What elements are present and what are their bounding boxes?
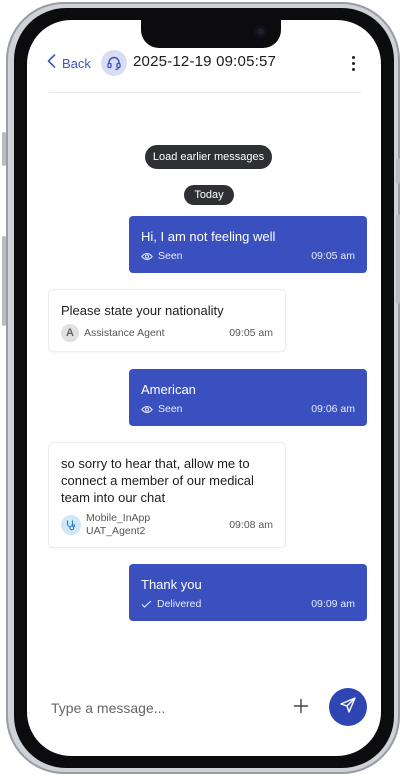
message-time: 09:05 am [311, 250, 355, 262]
message-meta: Seen 09:05 am [141, 250, 355, 262]
eye-icon [141, 252, 153, 261]
message-bubble-outgoing[interactable]: Thank you Delivered 09:09 am [129, 564, 367, 621]
message-text: Thank you [141, 577, 202, 592]
back-label: Back [62, 55, 91, 71]
message-time: 09:08 am [229, 519, 273, 531]
sender-name: Assistance Agent [84, 327, 165, 339]
load-earlier-button[interactable]: Load earlier messages [145, 145, 272, 169]
message-bubble-incoming[interactable]: Please state your nationality A Assistan… [49, 290, 285, 351]
send-button[interactable] [329, 688, 367, 726]
message-text: Hi, I am not feeling well [141, 229, 276, 244]
sender-avatar: A [61, 324, 79, 342]
headset-icon [101, 50, 127, 76]
sender-name-line: Mobile_InApp [86, 512, 151, 524]
chat-screen: Back 2025-12-19 09:05:57 Load earlier me… [27, 20, 381, 756]
message-time: 09:06 am [311, 403, 355, 415]
message-bubble-incoming[interactable]: so sorry to hear that, allow me to conne… [49, 443, 285, 547]
message-text-line: team into our chat [61, 490, 166, 505]
message-status: Delivered [157, 598, 202, 610]
front-camera [254, 25, 267, 38]
message-text: American [141, 382, 196, 397]
message-meta: Mobile_InApp UAT_Agent2 09:08 am [61, 512, 273, 538]
message-time: 09:09 am [311, 598, 355, 610]
back-button[interactable]: Back [47, 52, 91, 74]
phone-side-button [2, 132, 6, 166]
chevron-left-icon [47, 54, 56, 72]
message-text: so sorry to hear that, allow me to conne… [61, 455, 254, 506]
sender-name: Mobile_InApp UAT_Agent2 [86, 512, 150, 538]
date-separator: Today [184, 185, 234, 205]
message-meta: A Assistance Agent 09:05 am [61, 324, 273, 342]
message-text-line: so sorry to hear that, allow me to [61, 456, 250, 471]
message-status: Seen [158, 403, 183, 415]
message-text: Please state your nationality [61, 303, 224, 318]
stethoscope-icon [61, 515, 81, 535]
message-status: Seen [158, 250, 183, 262]
header-divider [49, 92, 361, 93]
send-icon [339, 696, 357, 719]
message-text-line: connect a member of our medical [61, 473, 254, 488]
message-input[interactable] [51, 696, 271, 720]
kebab-menu-icon[interactable] [347, 52, 359, 74]
message-time: 09:05 am [229, 327, 273, 339]
message-bubble-outgoing[interactable]: American Seen 09:06 am [129, 369, 367, 426]
message-meta: Seen 09:06 am [141, 403, 355, 415]
chat-header: Back 2025-12-19 09:05:57 [27, 42, 381, 86]
phone-side-button [396, 158, 400, 184]
phone-volume-button [2, 236, 6, 326]
message-bubble-outgoing[interactable]: Hi, I am not feeling well Seen 09:05 am [129, 216, 367, 273]
phone-power-button [396, 214, 400, 304]
chat-title: 2025-12-19 09:05:57 [133, 53, 277, 70]
eye-icon [141, 405, 153, 414]
plus-icon[interactable] [289, 694, 313, 718]
sender-name-line: UAT_Agent2 [86, 525, 146, 537]
message-meta: Delivered 09:09 am [141, 598, 355, 610]
message-composer [27, 680, 381, 736]
check-icon [141, 600, 152, 608]
